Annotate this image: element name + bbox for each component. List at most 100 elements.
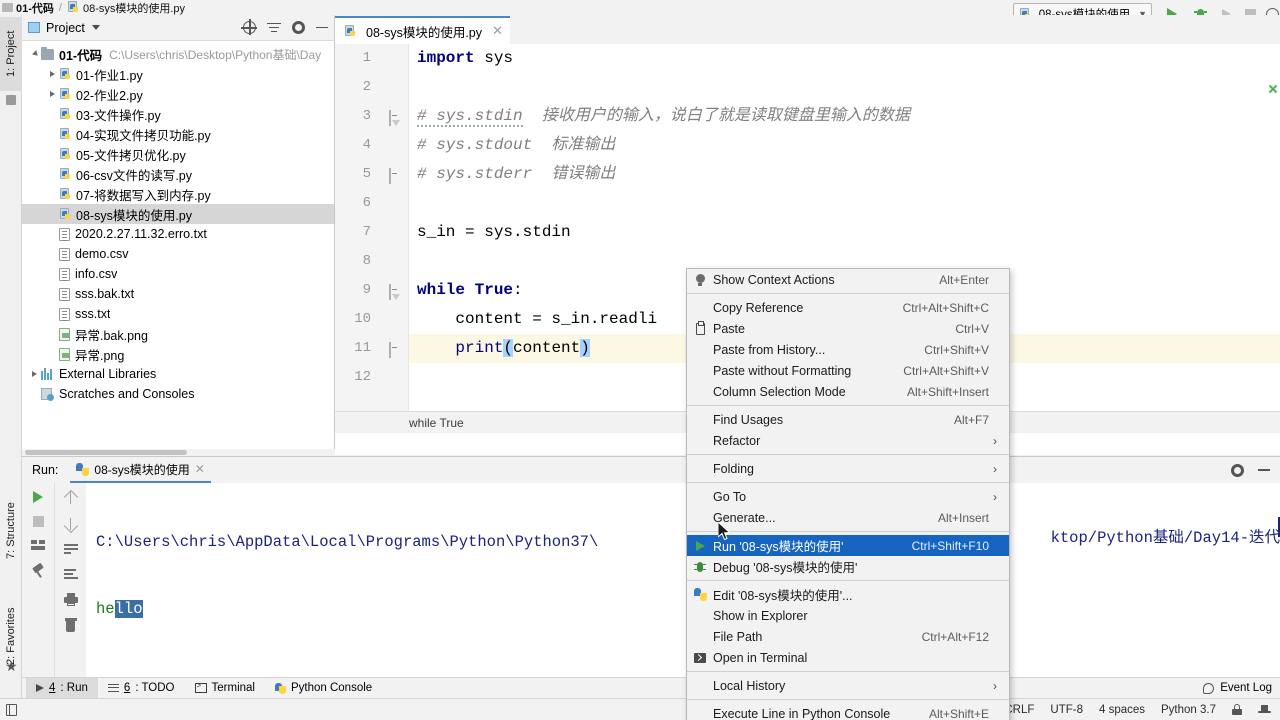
close-icon[interactable]: ✕ [195,462,205,476]
context-menu-item-label: Show Context Actions [713,272,835,287]
context-menu-item[interactable]: Run '08-sys模块的使用' Ctrl+Shift+F10 [687,535,1009,556]
context-menu-item[interactable]: Paste from History... Ctrl+Shift+V [687,339,1009,360]
context-menu-item[interactable]: Show Context Actions Alt+Enter [687,269,1009,290]
interpreter-status[interactable]: Python 3.7 [1161,704,1216,716]
up-arrow-icon[interactable] [65,491,77,505]
editor-context-menu[interactable]: Show Context Actions Alt+Enter Copy Refere… [686,268,1010,720]
tree-item[interactable]: 08-sys模块的使用.py [22,204,334,224]
list-icon [107,683,119,693]
locate-file-icon[interactable] [241,19,257,35]
tree-item[interactable]: 01-代码 C:\Users\chris\Desktop\Python基础\Day [22,44,334,64]
project-horizontal-scrollbar[interactable] [22,449,335,456]
context-menu-item[interactable]: Open in Terminal [687,647,1009,668]
context-menu-item[interactable]: Show in Explorer [687,605,1009,626]
context-menu-item[interactable]: Paste without Formatting Ctrl+Alt+Shift+V [687,360,1009,381]
chevron-right-icon[interactable] [46,91,59,97]
context-menu-item[interactable]: Refactor › [687,430,1009,451]
tree-item[interactable]: 04-实现文件拷贝功能.py [22,124,334,144]
soft-wrap-icon[interactable] [63,543,78,556]
context-menu-item[interactable]: Find Usages Alt+F7 [687,409,1009,430]
context-menu-item[interactable]: Go To › [687,486,1009,507]
bottom-tab[interactable]: Python Console [265,678,382,699]
tree-item[interactable]: 03-文件操作.py [22,104,334,124]
tree-item[interactable]: 异常.png [22,344,334,364]
console-output[interactable]: C:\Users\chris\AppData\Local\Programs\Py… [86,483,1280,682]
clear-all-icon[interactable] [64,618,77,632]
context-menu-item-label: Paste [713,321,745,336]
chevron-down-icon[interactable] [28,50,41,58]
event-log-label[interactable]: Event Log [1220,682,1272,694]
scroll-to-end-icon[interactable] [63,568,78,581]
encoding-status[interactable]: UTF-8 [1050,704,1083,716]
stop-button[interactable] [32,516,44,527]
context-menu-item[interactable]: Edit '08-sys模块的使用'... [687,584,1009,605]
bottom-tab[interactable]: Terminal [185,678,265,699]
lock-icon[interactable] [1232,704,1242,715]
breadcrumb-project[interactable]: 01-代码 [16,0,54,15]
print-icon[interactable] [63,593,78,606]
context-menu-item[interactable]: Folding › [687,458,1009,479]
fold-marker[interactable] [389,342,400,358]
breadcrumb-file[interactable]: 08-sys模块的使用.py [83,0,185,15]
chevron-right-icon[interactable] [46,71,59,77]
tree-item[interactable]: 06-csv文件的读写.py [22,164,334,184]
tree-item[interactable]: 02-作业2.py [22,84,334,104]
chevron-right-icon: › [993,461,997,476]
context-menu-item[interactable]: Column Selection Mode Alt+Shift+Insert [687,381,1009,402]
collapse-all-icon[interactable] [267,22,281,34]
status-bar-toggle[interactable] [0,703,22,716]
tree-item[interactable]: demo.csv [22,244,334,264]
bottom-tab[interactable]: 6: TODO [98,678,185,699]
context-menu-item[interactable]: Local History › [687,675,1009,696]
bottom-tool-tabs: 4: Run 6: TODO Terminal Python Console Event… [22,677,1280,699]
down-arrow-icon[interactable] [65,517,77,531]
context-menu-item[interactable]: Execute Line in Python Console Alt+Shift+… [687,703,1009,720]
chevron-right-icon[interactable] [28,371,41,377]
context-menu-item-label: Edit '08-sys模块的使用'... [713,589,853,603]
run-icon [36,684,44,692]
fold-marker[interactable] [389,110,400,126]
context-menu-item[interactable]: File Path Ctrl+Alt+F12 [687,626,1009,647]
tree-item[interactable]: 2020.2.27.11.32.erro.txt [22,224,334,244]
tree-item[interactable]: 05-文件拷贝优化.py [22,144,334,164]
fold-marker[interactable] [389,168,400,184]
tree-item[interactable]: Scratches and Consoles [22,384,334,404]
text-file-icon [59,227,70,241]
editor-gutter[interactable]: 1 2 3 4 5 6 7 8 9 10 11 12 [335,44,409,433]
close-icon[interactable]: ✕ [492,23,503,39]
layout-settings-icon[interactable] [31,540,45,551]
rerun-button[interactable] [33,491,43,503]
pin-tab-button[interactable] [31,562,45,578]
sidebar-item-project[interactable]: 1: Project [0,17,22,91]
tree-item-label: demo.csv [75,247,129,261]
toggle-panels-icon [5,703,17,716]
tree-item[interactable]: 异常.bak.png [22,324,334,344]
bottom-tab[interactable]: 4: Run [26,677,98,699]
code-argument: content [513,339,581,357]
indent-status[interactable]: 4 spaces [1099,704,1145,716]
editor-tab[interactable]: 08-sys模块的使用.py ✕ [335,16,510,44]
hide-panel-icon[interactable] [1258,469,1270,471]
context-menu-item-shortcut: Ctrl+Alt+Shift+C [902,300,989,315]
gear-icon[interactable] [1231,463,1244,477]
gear-icon[interactable] [292,21,305,34]
line-number: 12 [354,369,371,385]
tree-item[interactable]: sss.txt [22,304,334,324]
context-menu-item[interactable]: Copy Reference Ctrl+Alt+Shift+C [687,297,1009,318]
hide-panel-icon[interactable] [316,26,328,29]
tree-item[interactable]: External Libraries [22,364,334,384]
console-output-selected: llo [114,600,143,618]
context-menu-item[interactable]: Paste Ctrl+V [687,318,1009,339]
fold-marker[interactable] [389,284,400,300]
sidebar-item-structure[interactable]: 7: Structure [0,485,22,577]
context-menu-item[interactable]: Debug '08-sys模块的使用' [687,556,1009,577]
context-menu-item[interactable]: Generate... Alt+Insert [687,507,1009,528]
tree-item[interactable]: 01-作业1.py [22,64,334,84]
inspection-hat-icon[interactable] [1258,704,1271,716]
run-session-tab[interactable]: 08-sys模块的使用 ✕ [70,458,211,483]
tree-item[interactable]: info.csv [22,264,334,284]
tree-item[interactable]: 07-将数据写入到内存.py [22,184,334,204]
tree-item[interactable]: sss.bak.txt [22,284,334,304]
chevron-down-icon[interactable] [91,25,100,30]
project-icon [28,22,40,33]
